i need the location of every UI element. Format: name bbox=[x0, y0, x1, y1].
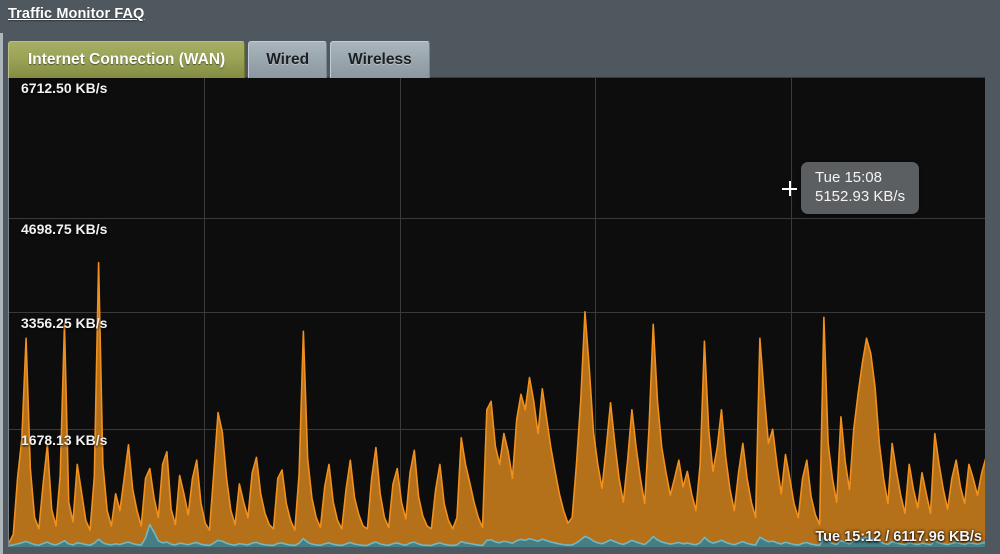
traffic-monitor-faq-link[interactable]: Traffic Monitor FAQ bbox=[8, 6, 144, 22]
tooltip-rate: 5152.93 KB/s bbox=[815, 188, 906, 206]
tab-label: Wireless bbox=[348, 51, 412, 68]
current-rate-readout: Tue 15:12 / 6117.96 KB/s bbox=[815, 529, 982, 545]
cursor-crosshair-icon bbox=[782, 181, 797, 196]
tab-wireless[interactable]: Wireless bbox=[330, 41, 430, 78]
traffic-chart-panel[interactable]: 6712.50 KB/s 4698.75 KB/s 3356.25 KB/s 1… bbox=[8, 77, 985, 547]
chart-tooltip: Tue 15:08 5152.93 KB/s bbox=[801, 162, 920, 215]
traffic-area-chart[interactable] bbox=[9, 77, 985, 547]
tab-label: Internet Connection (WAN) bbox=[28, 51, 226, 68]
tooltip-time: Tue 15:08 bbox=[815, 169, 882, 186]
panel-left-edge bbox=[0, 33, 3, 554]
traffic-monitor-page: Traffic Monitor FAQ Internet Connection … bbox=[0, 0, 1000, 554]
tab-bar: Internet Connection (WAN) Wired Wireless bbox=[8, 41, 430, 78]
tab-internet-connection-wan[interactable]: Internet Connection (WAN) bbox=[8, 41, 246, 78]
tab-wired[interactable]: Wired bbox=[248, 41, 328, 78]
tab-label: Wired bbox=[266, 51, 310, 68]
